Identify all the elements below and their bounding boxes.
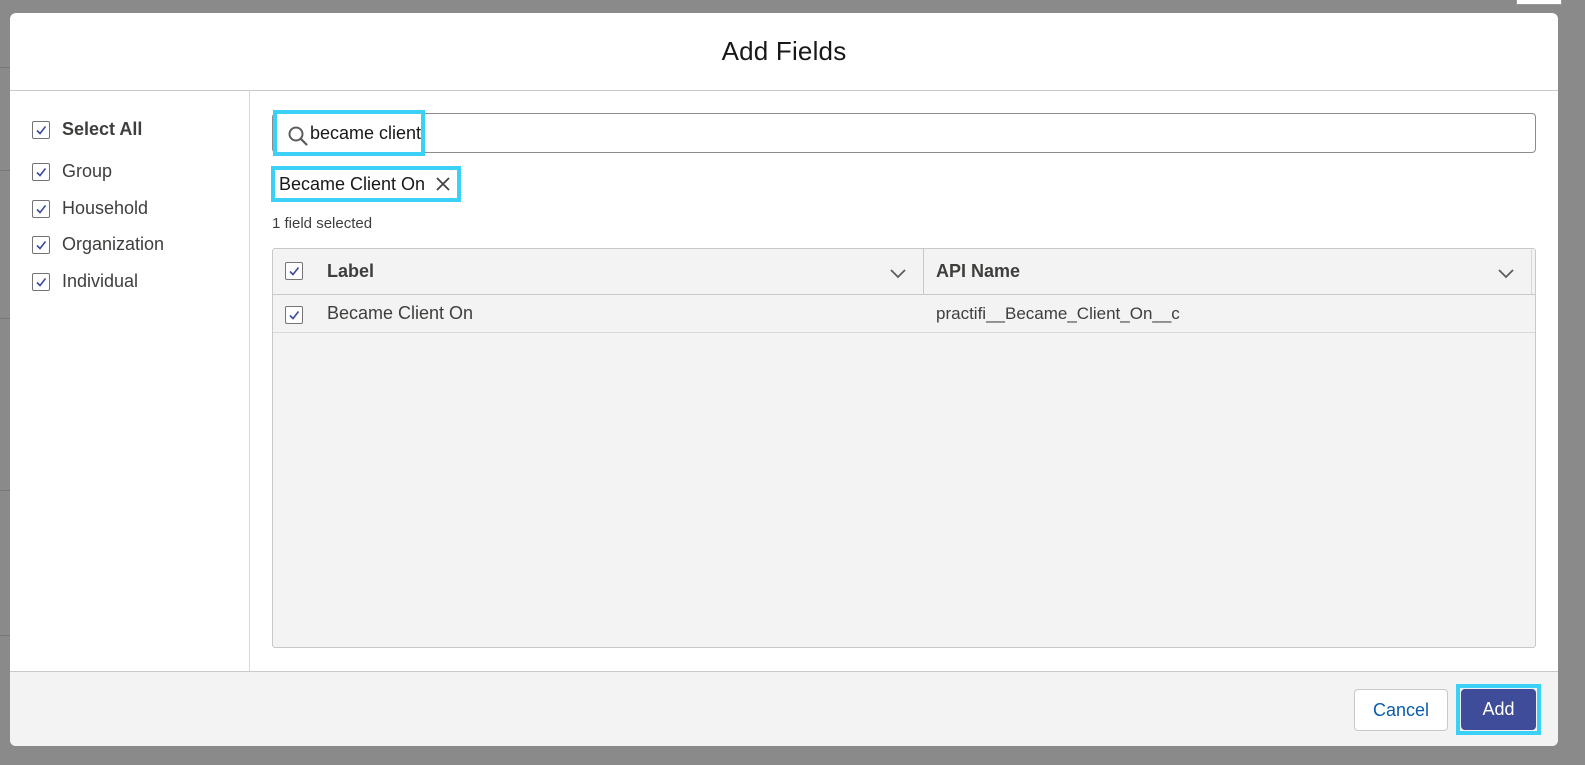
- check-icon: [36, 277, 47, 287]
- select-all-label: Select All: [62, 119, 143, 139]
- column-header-label[interactable]: Label: [327, 261, 374, 282]
- selection-count: 1 field selected: [272, 215, 373, 232]
- chevron-down-icon[interactable]: [889, 264, 907, 282]
- check-icon: [36, 204, 47, 214]
- column-divider[interactable]: [923, 249, 924, 294]
- group-checkbox[interactable]: [32, 162, 50, 181]
- background-divider: [0, 635, 10, 636]
- modal-footer: Cancel Add: [10, 671, 1558, 746]
- background-divider: [0, 170, 10, 171]
- add-fields-modal: Add Fields Select All Group Household Or…: [10, 13, 1558, 746]
- modal-header: Add Fields: [10, 13, 1558, 91]
- background-divider: [0, 318, 10, 319]
- column-header-api-name[interactable]: API Name: [936, 261, 1020, 282]
- individual-checkbox[interactable]: [32, 272, 50, 291]
- search-input[interactable]: [310, 123, 1510, 144]
- search-icon: [288, 126, 308, 146]
- row-label: Became Client On: [327, 303, 474, 323]
- check-icon: [36, 125, 47, 135]
- background-corner: [1516, 0, 1562, 5]
- modal-title: Add Fields: [721, 36, 847, 66]
- organization-label: Organization: [62, 234, 165, 254]
- filter-item-individual[interactable]: Individual: [32, 271, 138, 292]
- add-button[interactable]: Add: [1461, 689, 1536, 730]
- select-all-checkbox[interactable]: [32, 120, 50, 139]
- row-api-name: practifi__Became_Client_On__c: [936, 304, 1180, 323]
- chevron-down-icon[interactable]: [1497, 264, 1515, 282]
- column-divider: [1531, 249, 1532, 294]
- close-icon[interactable]: [435, 176, 451, 192]
- selected-field-pill: Became Client On: [271, 166, 462, 202]
- header-select-all-checkbox[interactable]: [285, 262, 303, 280]
- filter-item-household[interactable]: Household: [32, 198, 148, 219]
- individual-label: Individual: [62, 271, 139, 291]
- check-icon: [289, 267, 300, 276]
- table-row[interactable]: Became Client On practifi__Became_Client…: [273, 295, 1535, 333]
- record-type-filter-sidebar: Select All Group Household Organization …: [10, 91, 250, 671]
- check-icon: [36, 167, 47, 177]
- filter-item-group[interactable]: Group: [32, 161, 112, 182]
- check-icon: [36, 240, 47, 250]
- group-label: Group: [62, 161, 113, 181]
- background-divider: [0, 67, 10, 68]
- organization-checkbox[interactable]: [32, 235, 50, 254]
- field-picker-main: Became Client On 1 field selected Label …: [250, 91, 1558, 671]
- select-all-checkbox-row[interactable]: Select All: [32, 119, 142, 140]
- row-checkbox[interactable]: [285, 306, 303, 324]
- selected-field-pill-label: Became Client On: [279, 173, 426, 194]
- household-label: Household: [62, 198, 149, 218]
- filter-item-organization[interactable]: Organization: [32, 234, 164, 255]
- check-icon: [289, 311, 300, 320]
- fields-table: Label API Name Became Client On practifi…: [272, 248, 1536, 648]
- background-divider: [0, 490, 10, 491]
- household-checkbox[interactable]: [32, 199, 50, 218]
- cancel-button[interactable]: Cancel: [1354, 689, 1448, 731]
- table-header: Label API Name: [273, 249, 1535, 295]
